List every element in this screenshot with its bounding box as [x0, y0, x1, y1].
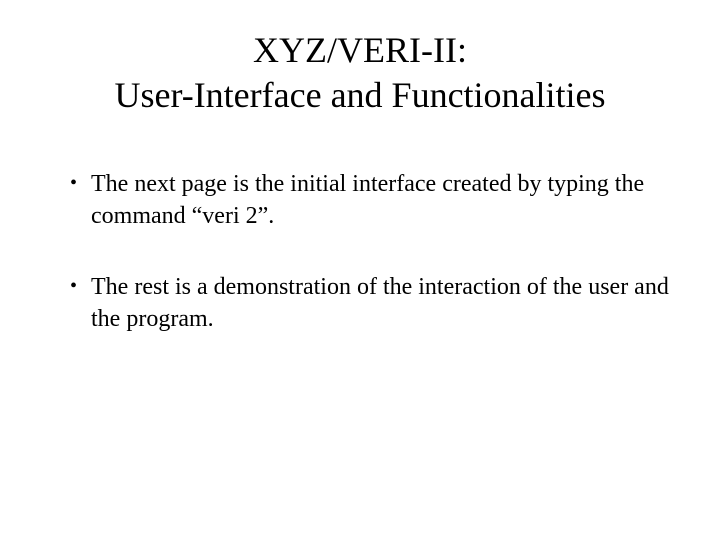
- bullet-item: • The rest is a demonstration of the int…: [70, 271, 680, 336]
- title-line-2: User-Interface and Functionalities: [114, 75, 605, 115]
- title-line-1: XYZ/VERI-II:: [253, 30, 467, 70]
- bullet-dot-icon: •: [70, 271, 77, 301]
- slide-title: XYZ/VERI-II: User-Interface and Function…: [40, 28, 680, 118]
- slide-content: • The next page is the initial interface…: [40, 168, 680, 336]
- bullet-dot-icon: •: [70, 168, 77, 198]
- bullet-text: The next page is the initial interface c…: [91, 168, 680, 233]
- bullet-text: The rest is a demonstration of the inter…: [91, 271, 680, 336]
- bullet-item: • The next page is the initial interface…: [70, 168, 680, 233]
